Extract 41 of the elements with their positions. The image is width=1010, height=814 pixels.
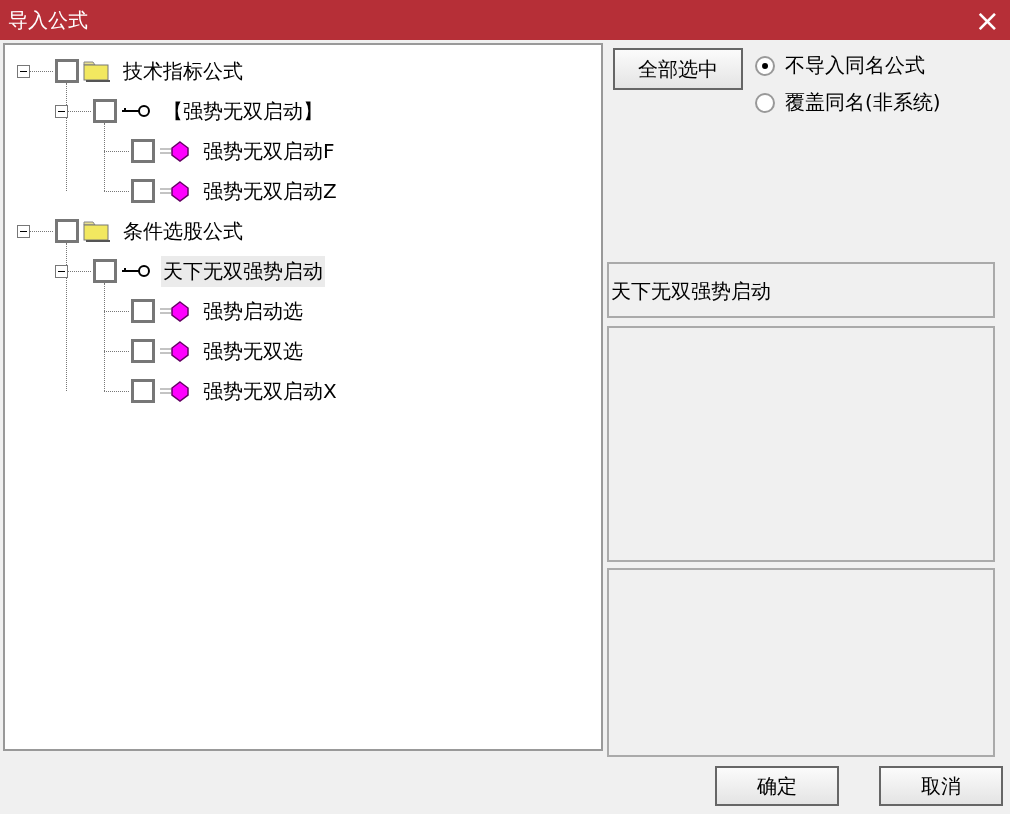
checkbox[interactable] [131, 339, 155, 363]
tree-item[interactable]: 条件选股公式 [121, 215, 245, 247]
checkbox[interactable] [131, 299, 155, 323]
tree-item[interactable]: 技术指标公式 [121, 55, 245, 87]
tree-item[interactable]: 天下无双强势启动 [161, 255, 325, 287]
option-label[interactable]: 不导入同名公式 [785, 52, 925, 79]
folder-icon [83, 60, 111, 82]
close-button[interactable]: × [964, 2, 1010, 38]
tree-item[interactable]: 强势无双启动F [201, 135, 337, 167]
checkbox[interactable] [93, 99, 117, 123]
radio-button[interactable] [755, 92, 775, 113]
option-label[interactable]: 覆盖同名(非系统) [785, 89, 941, 116]
tree-item[interactable]: 【强势无双启动】 [161, 95, 325, 127]
checkbox[interactable] [131, 179, 155, 203]
diamond-icon [159, 340, 191, 362]
collapse-toggle[interactable] [17, 225, 30, 238]
select-all-button[interactable]: 全部选中 [613, 48, 743, 90]
diamond-icon [159, 380, 191, 402]
collapse-toggle[interactable] [55, 265, 68, 278]
name-field[interactable]: 天下无双强势启动 [607, 261, 995, 318]
key-icon [121, 263, 151, 279]
folder-icon [83, 220, 111, 242]
diamond-icon [159, 140, 191, 162]
key-icon [121, 103, 151, 119]
tree-item[interactable]: 强势无双启动Z [201, 175, 339, 207]
collapse-toggle[interactable] [55, 105, 68, 118]
collapse-toggle[interactable] [17, 65, 30, 78]
tree-item[interactable]: 强势启动选 [201, 295, 305, 327]
radio-button[interactable] [755, 55, 775, 76]
tree-item[interactable]: 强势无双启动X [201, 375, 339, 407]
window-title: 导入公式 [7, 6, 88, 34]
checkbox[interactable] [55, 59, 79, 83]
diamond-icon [159, 300, 191, 322]
checkbox[interactable] [131, 379, 155, 403]
tree-item[interactable]: 强势无双选 [201, 335, 305, 367]
checkbox[interactable] [55, 219, 79, 243]
checkbox[interactable] [131, 139, 155, 163]
ok-button[interactable]: 确定 [715, 766, 839, 806]
checkbox[interactable] [93, 259, 117, 283]
cancel-button[interactable]: 取消 [879, 766, 1003, 806]
diamond-icon [159, 180, 191, 202]
